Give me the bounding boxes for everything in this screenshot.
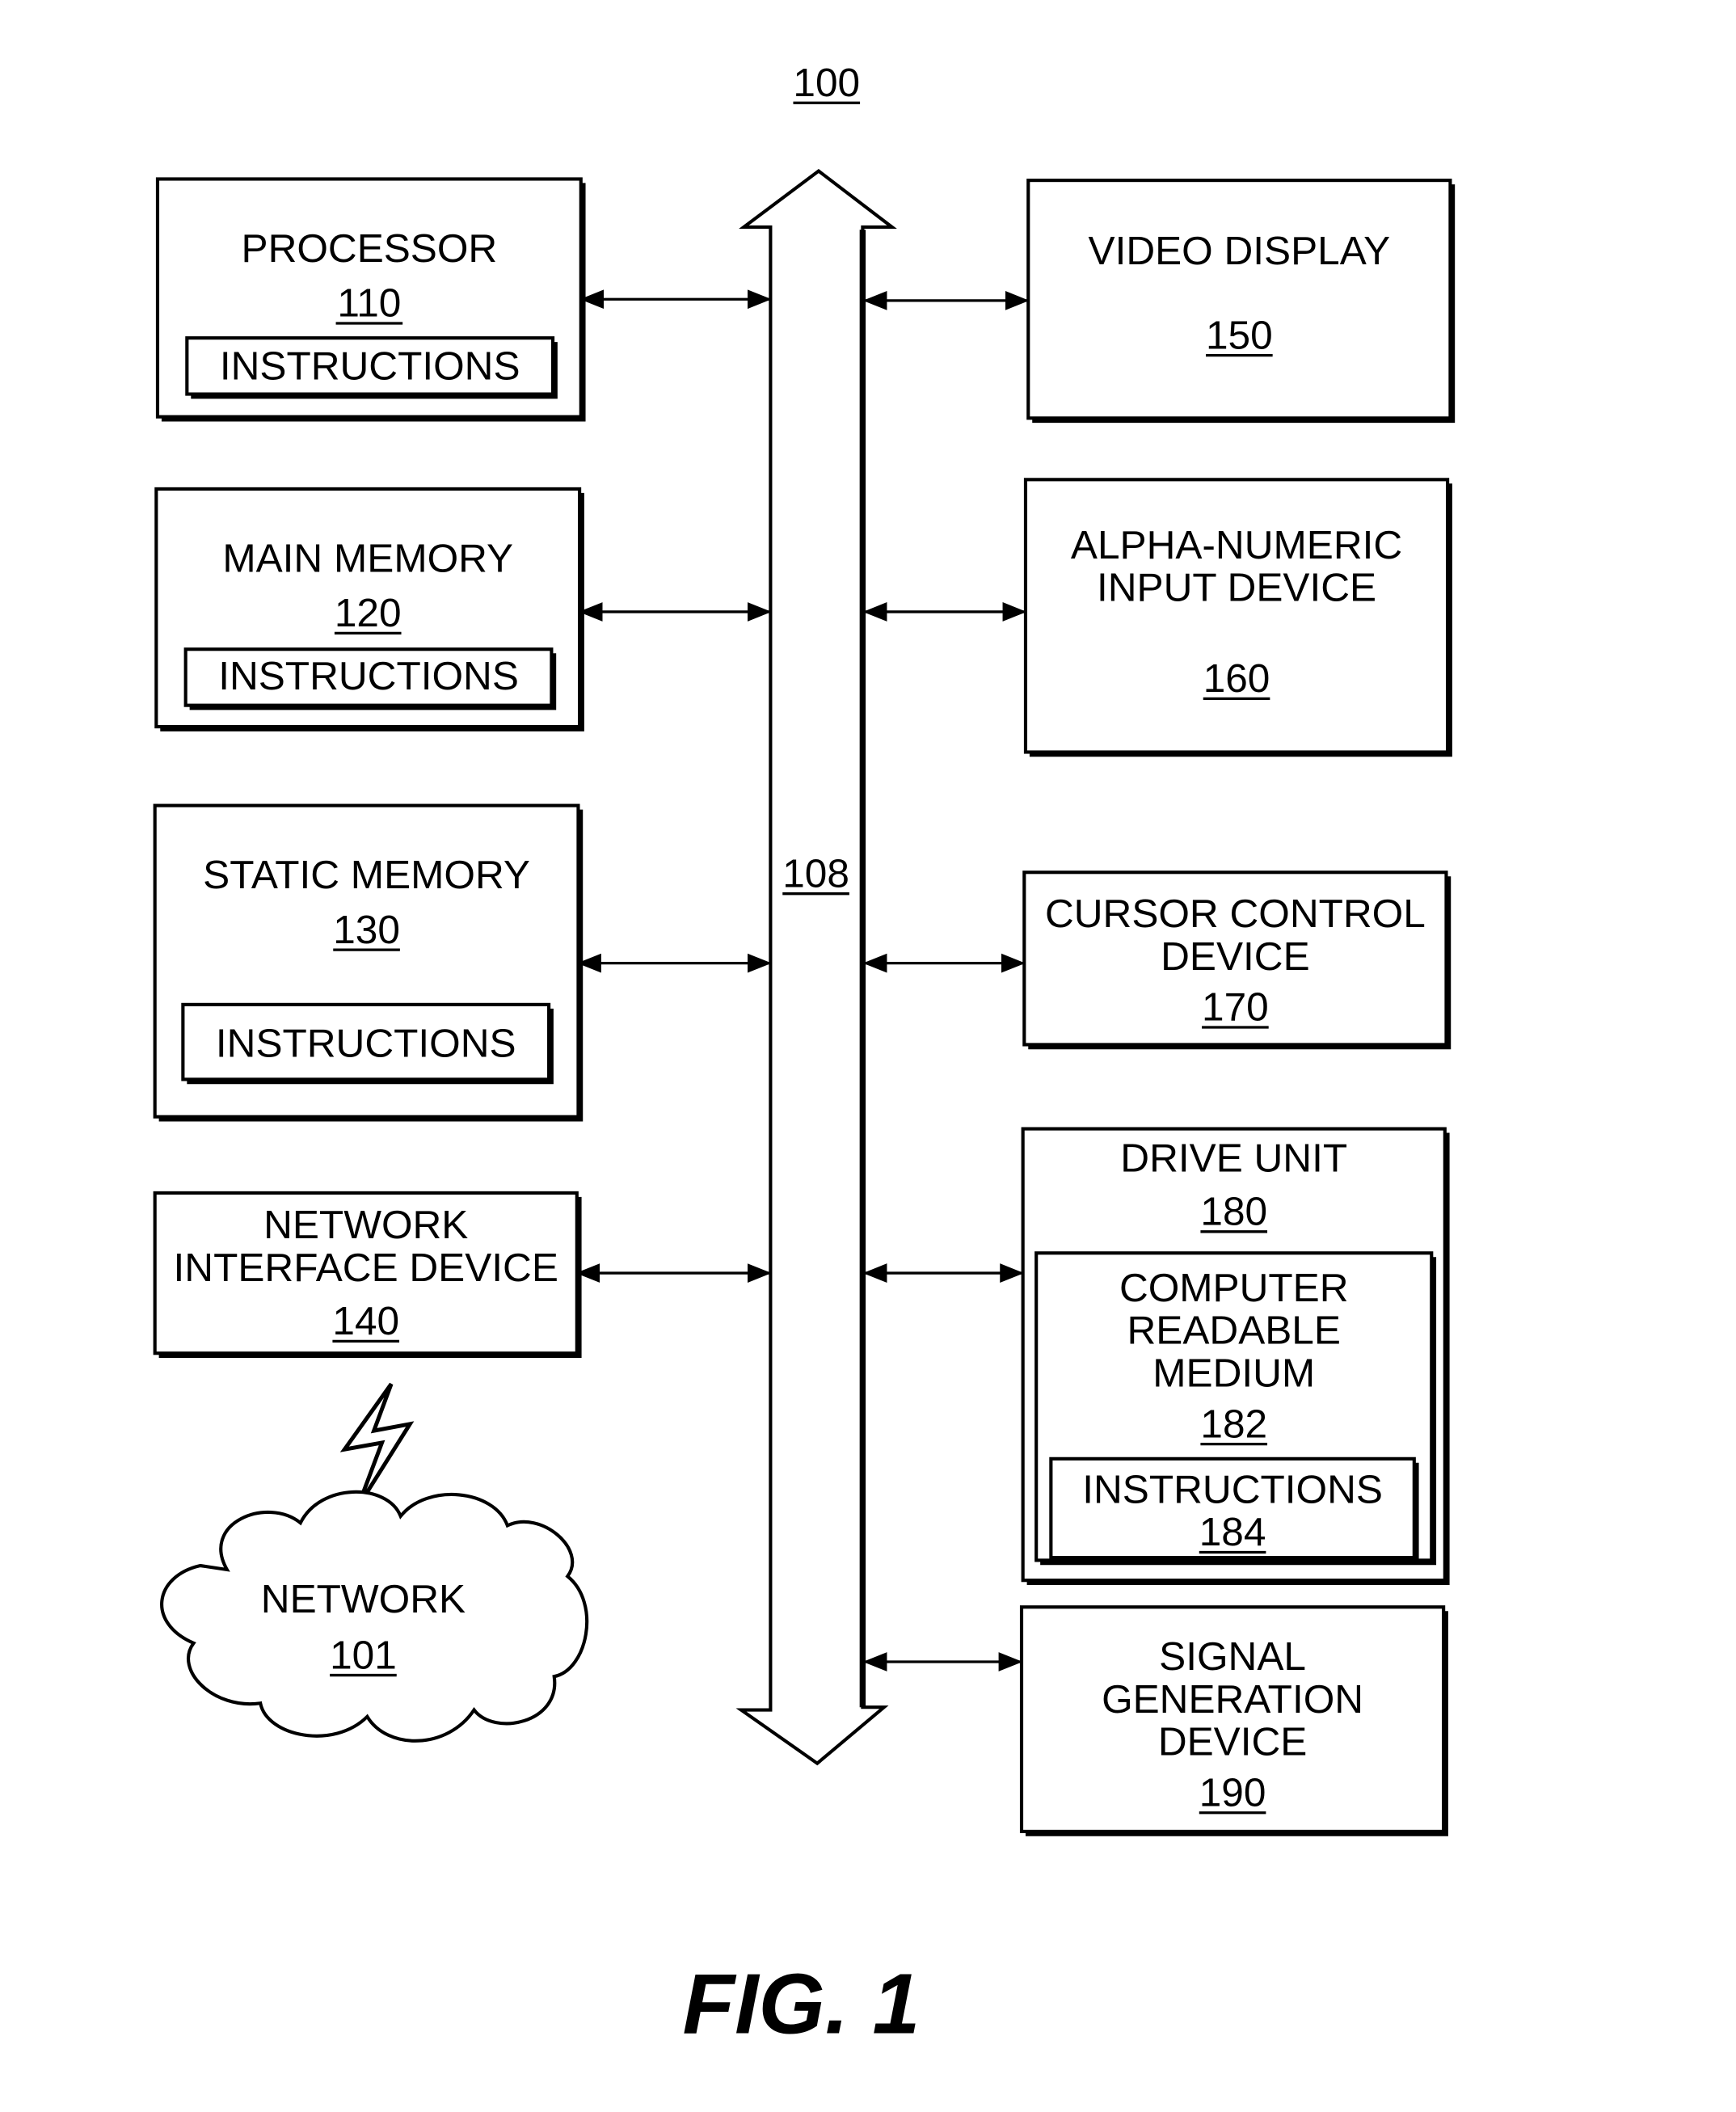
processor-instructions-label: INSTRUCTIONS	[220, 343, 520, 388]
figure-reference: 100	[793, 60, 860, 105]
network-reference: 101	[330, 1632, 397, 1677]
computer-readable-medium-reference: 182	[1200, 1401, 1267, 1446]
network-interface-device-reference: 140	[332, 1298, 399, 1343]
main-memory-title: MAIN MEMORY	[222, 535, 513, 580]
block-processor: PROCESSOR 110 INSTRUCTIONS	[155, 177, 586, 422]
computer-readable-medium-title: READABLE	[1127, 1308, 1341, 1353]
cursor-control-device-title: DEVICE	[1161, 934, 1310, 979]
signal-generation-device-title: GENERATION	[1102, 1676, 1363, 1722]
computer-readable-medium-title: MEDIUM	[1152, 1351, 1315, 1396]
block-video-display: VIDEO DISPLAY 150	[1026, 179, 1456, 424]
signal-generation-device-title: SIGNAL	[1159, 1634, 1306, 1679]
lightning-bolt-icon	[339, 1382, 415, 1508]
video-display-box	[1026, 179, 1452, 420]
block-drive-unit: DRIVE UNIT 180 COMPUTERREADABLEMEDIUM 182 IN…	[1021, 1127, 1450, 1585]
drive-unit-reference: 180	[1200, 1189, 1267, 1234]
main-memory-reference: 120	[335, 590, 402, 635]
video-display-title: VIDEO DISPLAY	[1089, 228, 1391, 273]
processor-reference: 110	[337, 280, 401, 326]
block-static-memory: STATIC MEMORY 130 INSTRUCTIONS	[153, 803, 584, 1122]
main-memory-instructions-label: INSTRUCTIONS	[218, 653, 519, 698]
system-block-diagram: 100 108 PROCESSOR110INSTRUCTIONSMAIN MEM…	[153, 60, 1456, 2051]
block-alpha-numeric-input-device: ALPHA-NUMERICINPUT DEVICE 160	[1023, 478, 1452, 757]
block-main-memory: MAIN MEMORY 120 INSTRUCTIONS	[154, 487, 584, 731]
static-memory-instructions-label: INSTRUCTIONS	[216, 1020, 516, 1065]
alpha-numeric-input-device-title: ALPHA-NUMERIC	[1071, 522, 1402, 567]
network-cloud: NETWORK 101	[160, 1490, 589, 1743]
processor-title: PROCESSOR	[242, 226, 498, 271]
signal-generation-device-reference: 190	[1199, 1770, 1266, 1815]
bus: 108	[735, 168, 897, 1766]
block-cursor-control-device: CURSOR CONTROLDEVICE 170	[1022, 871, 1452, 1050]
block-network-interface-device: NETWORKINTERFACE DEVICE 140	[153, 1191, 582, 1359]
network-interface-device-title: NETWORK	[263, 1202, 468, 1247]
network-interface-device-title: INTERFACE DEVICE	[174, 1245, 558, 1290]
figure-reference-number: 100	[793, 60, 860, 105]
static-memory-reference: 130	[333, 907, 400, 952]
medium-instructions-label: INSTRUCTIONS	[1082, 1466, 1383, 1511]
cursor-control-device-title: CURSOR CONTROL	[1045, 891, 1426, 936]
drive-unit-title: DRIVE UNIT	[1120, 1135, 1347, 1180]
network-title: NETWORK	[261, 1576, 466, 1621]
medium-instructions-reference: 184	[1199, 1509, 1266, 1554]
alpha-numeric-input-device-reference: 160	[1203, 656, 1270, 701]
bus-reference: 108	[782, 850, 849, 896]
video-display-reference: 150	[1206, 312, 1273, 357]
cursor-control-device-reference: 170	[1202, 984, 1269, 1030]
block-signal-generation-device: SIGNALGENERATIONDEVICE 190	[1019, 1605, 1448, 1836]
static-memory-title: STATIC MEMORY	[203, 852, 530, 897]
bus-arrow	[735, 168, 897, 1766]
signal-generation-device-title: DEVICE	[1158, 1719, 1308, 1764]
figure-caption: FIG. 1	[682, 1956, 920, 2051]
computer-readable-medium-title: COMPUTER	[1119, 1265, 1349, 1310]
alpha-numeric-input-device-box	[1023, 478, 1450, 754]
alpha-numeric-input-device-title: INPUT DEVICE	[1097, 565, 1376, 610]
